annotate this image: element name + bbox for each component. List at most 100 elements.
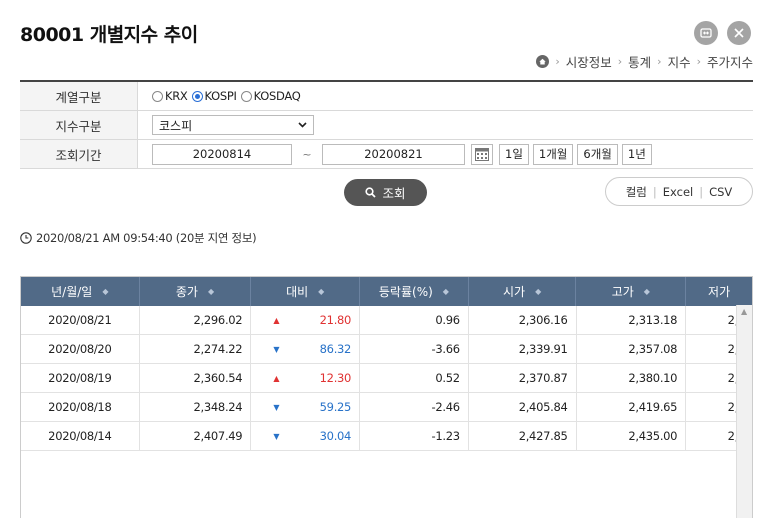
cell-date: 2020/08/14 (21, 422, 140, 450)
close-button[interactable] (727, 21, 751, 45)
cell-close: 2,360.54 (140, 364, 252, 392)
cell-rate: -2.46 (360, 393, 469, 421)
expand-icon (700, 28, 712, 38)
sort-icon: ◆ (442, 287, 449, 296)
search-form: 계열구분 KRX KOSPI KOSDAQ 지수구분 코스피 조회기간 2020… (20, 80, 753, 169)
breadcrumb-item-market[interactable]: 시장정보 (566, 52, 612, 71)
col-header-change[interactable]: 대비 ◆ (251, 277, 361, 306)
col-header-high[interactable]: 고가 ◆ (576, 277, 687, 306)
down-triangle-icon: ▼ (273, 344, 280, 354)
clock-icon (20, 232, 32, 244)
change-value: 21.80 (319, 313, 352, 327)
cell-rate: 0.96 (360, 306, 469, 334)
timestamp-text: 2020/08/21 AM 09:54:40 (20분 지연 정보) (36, 231, 257, 245)
divider: | (699, 184, 704, 199)
period-1day-button[interactable]: 1일 (499, 143, 529, 165)
col-header-open[interactable]: 시가 ◆ (469, 277, 577, 306)
up-triangle-icon: ▲ (273, 373, 280, 383)
scroll-up-icon[interactable]: ▲ (741, 307, 747, 316)
timestamp-info: 2020/08/21 AM 09:54:40 (20분 지연 정보) (20, 230, 257, 246)
breadcrumb-item-stats[interactable]: 통계 (628, 52, 651, 71)
form-row-series: 계열구분 KRX KOSPI KOSDAQ (20, 82, 753, 111)
cell-open: 2,339.91 (469, 335, 577, 363)
chevron-down-icon (298, 122, 307, 128)
search-button[interactable]: 조회 (344, 179, 427, 206)
breadcrumb-item-stock-index[interactable]: 주가지수 (707, 52, 753, 71)
change-value: 86.32 (319, 342, 352, 356)
cell-open: 2,306.16 (469, 306, 577, 334)
up-triangle-icon: ▲ (273, 315, 280, 325)
cell-date: 2020/08/18 (21, 393, 140, 421)
index-select[interactable]: 코스피 (152, 115, 314, 135)
cell-high: 2,380.10 (577, 364, 687, 392)
cell-change: ▲ 21.80 (251, 306, 361, 334)
close-icon (734, 28, 744, 38)
change-value: 59.25 (319, 400, 352, 414)
header-filler (736, 277, 752, 305)
sort-icon: ◆ (102, 287, 109, 296)
radio-label: KOSPI (204, 89, 237, 103)
cell-high: 2,357.08 (577, 335, 687, 363)
radio-krx[interactable]: KRX (152, 89, 188, 103)
sort-icon: ◆ (318, 287, 325, 296)
cell-open: 2,427.85 (469, 422, 577, 450)
series-label: 계열구분 (20, 82, 138, 110)
popup-expand-button[interactable] (694, 21, 718, 45)
down-triangle-icon: ▼ (273, 402, 280, 412)
cell-rate: 0.52 (360, 364, 469, 392)
change-value: 12.30 (319, 371, 352, 385)
cell-rate: -3.66 (360, 335, 469, 363)
cell-change: ▼ 86.32 (251, 335, 361, 363)
radio-kosdaq[interactable]: KOSDAQ (240, 89, 301, 103)
period-1year-button[interactable]: 1년 (621, 143, 652, 165)
sort-icon: ◆ (207, 287, 215, 296)
cell-date: 2020/08/20 (21, 335, 140, 363)
table-row[interactable]: 2020/08/14 2,407.49 ▼ 30.04 -1.23 2,427.85 2,4… (21, 422, 752, 451)
table-header: 년/월/일 ◆ 종가 ◆ 대비 ◆ 등락률(%) ◆ 시가 ◆ 고가 ◆ 저가 (21, 277, 752, 306)
page-title: 80001 개별지수 추이 (20, 24, 198, 46)
cell-open: 2,370.87 (469, 364, 577, 392)
table-row[interactable]: 2020/08/19 2,360.54 ▲ 12.30 0.52 2,370.87 2,38… (21, 364, 752, 393)
radio-icon (152, 90, 163, 102)
col-header-rate[interactable]: 등락률(%) ◆ (360, 277, 469, 306)
cell-change: ▼ 30.04 (251, 422, 361, 450)
cell-change: ▲ 12.30 (251, 364, 361, 392)
change-value: 30.04 (319, 429, 352, 443)
table-row[interactable]: 2020/08/20 2,274.22 ▼ 86.32 -3.66 2,339.91 2,3… (21, 335, 752, 364)
period-6month-button[interactable]: 6개월 (577, 143, 618, 165)
start-date-input[interactable]: 20200814 (152, 143, 292, 165)
breadcrumb-separator: › (657, 55, 662, 68)
table-row[interactable]: 2020/08/21 2,296.02 ▲ 21.80 0.96 2,306.16 2,31… (21, 306, 752, 335)
sort-icon: ◆ (535, 287, 542, 296)
calendar-icon (475, 147, 489, 161)
cell-close: 2,407.49 (140, 422, 252, 450)
date-range-tilde: ~ (302, 147, 312, 161)
cell-date: 2020/08/19 (21, 364, 140, 392)
form-row-period: 조회기간 20200814 ~ 20200821 1일 1개월 6개월 1년 (20, 140, 753, 169)
col-header-date[interactable]: 년/월/일 ◆ (21, 277, 140, 306)
breadcrumb-item-index[interactable]: 지수 (668, 52, 691, 71)
table-body: 2020/08/21 2,296.02 ▲ 21.80 0.96 2,306.16 2,31… (21, 306, 752, 451)
period-1month-button[interactable]: 1개월 (532, 143, 574, 165)
cell-change: ▼ 59.25 (251, 393, 361, 421)
excel-button[interactable]: Excel (663, 185, 693, 199)
csv-button[interactable]: CSV (709, 185, 732, 199)
table-row[interactable]: 2020/08/18 2,348.24 ▼ 59.25 -2.46 2,405.84 2,4… (21, 393, 752, 422)
radio-kospi[interactable]: KOSPI (191, 89, 237, 103)
index-data-table: 년/월/일 ◆ 종가 ◆ 대비 ◆ 등락률(%) ◆ 시가 ◆ 고가 ◆ 저가 2020/0… (20, 276, 753, 518)
end-date-input[interactable]: 20200821 (322, 143, 465, 165)
calendar-button[interactable] (471, 143, 493, 165)
cell-date: 2020/08/21 (21, 306, 140, 334)
down-triangle-icon: ▼ (273, 431, 280, 441)
vertical-scrollbar[interactable]: ▲ (736, 305, 752, 518)
cell-open: 2,405.84 (469, 393, 577, 421)
col-header-close[interactable]: 종가 ◆ (140, 277, 252, 306)
home-icon[interactable] (536, 55, 550, 68)
column-button[interactable]: 컬럼 (626, 184, 647, 200)
index-select-value: 코스피 (159, 118, 193, 133)
search-button-label: 조회 (382, 186, 406, 201)
cell-close: 2,274.22 (140, 335, 252, 363)
breadcrumb: › 시장정보 › 통계 › 지수 › 주가지수 (536, 52, 753, 71)
radio-icon (191, 90, 203, 102)
divider: | (652, 184, 657, 199)
